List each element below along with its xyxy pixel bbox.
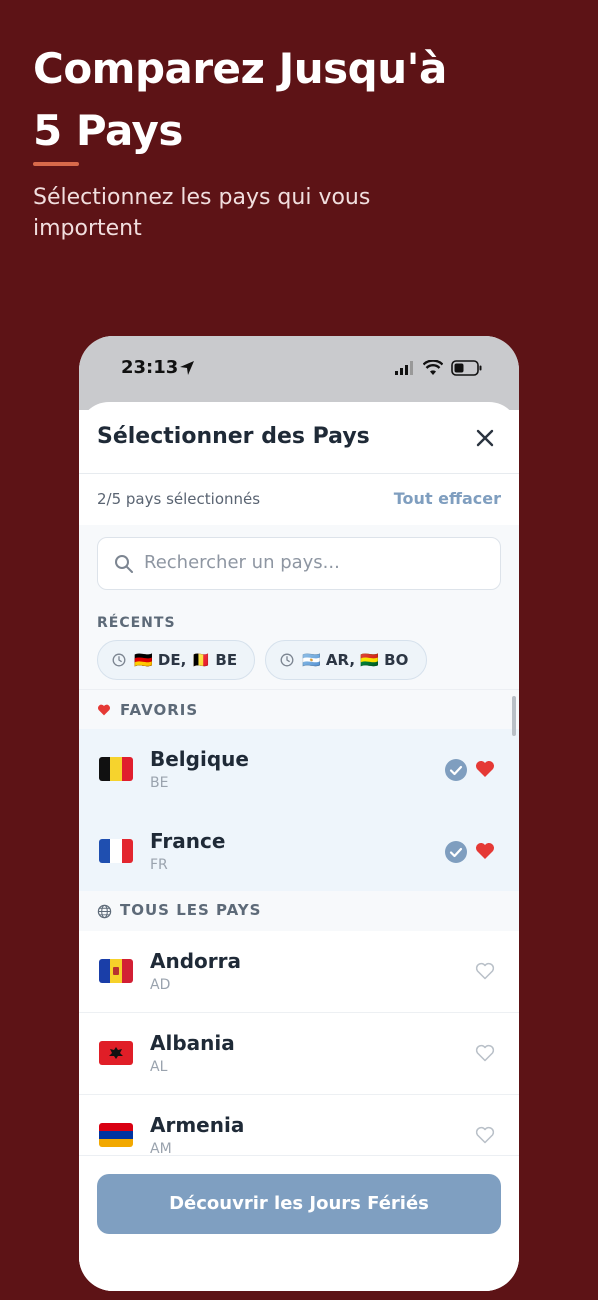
flag-andorra-icon bbox=[99, 959, 133, 983]
recents-label: RÉCENTS bbox=[97, 615, 176, 631]
phone-mockup: 23:13 Sélectionner des Pays 2/5 pays sél… bbox=[79, 336, 519, 1291]
flag-albania-icon bbox=[99, 1041, 133, 1065]
country-code: AL bbox=[150, 1059, 168, 1075]
country-row[interactable]: Belgique BE bbox=[79, 729, 519, 811]
cellular-signal-icon bbox=[395, 361, 413, 375]
country-code: AD bbox=[150, 977, 171, 993]
search-box[interactable] bbox=[97, 537, 501, 590]
flag-armenia-icon bbox=[99, 1123, 133, 1147]
favorites-label: FAVORIS bbox=[120, 701, 199, 719]
close-icon[interactable] bbox=[473, 426, 497, 450]
flag-france-icon bbox=[99, 839, 133, 863]
country-code: FR bbox=[150, 857, 168, 873]
selection-count: 2/5 pays sélectionnés bbox=[97, 490, 261, 508]
favorite-heart-icon[interactable] bbox=[475, 842, 495, 860]
headline-subtitle: Sélectionnez les pays qui vous importent bbox=[33, 185, 371, 241]
recent-chip[interactable]: 🇩🇪 DE, 🇧🇪 BE bbox=[97, 640, 255, 680]
headline-accent-underline bbox=[33, 162, 79, 166]
sheet-header: Sélectionner des Pays bbox=[79, 402, 519, 474]
country-name: Andorra bbox=[150, 949, 241, 973]
favorite-heart-outline-icon[interactable] bbox=[475, 1044, 495, 1062]
favorite-heart-outline-icon[interactable] bbox=[475, 962, 495, 980]
recent-chip-label: 🇦🇷 AR, 🇧🇴 BO bbox=[302, 651, 409, 669]
clock-icon bbox=[112, 653, 126, 667]
country-row[interactable]: Andorra AD bbox=[79, 931, 519, 1013]
headline: Comparez Jusqu'à 5 Pays Sélectionnez les… bbox=[33, 38, 573, 244]
recent-chip[interactable]: 🇦🇷 AR, 🇧🇴 BO bbox=[265, 640, 427, 680]
country-name: France bbox=[150, 829, 226, 853]
check-circle-icon[interactable] bbox=[445, 841, 467, 863]
selection-summary: 2/5 pays sélectionnés Tout effacer bbox=[79, 475, 519, 525]
heart-icon bbox=[98, 704, 110, 716]
globe-icon bbox=[97, 904, 112, 919]
clock-icon bbox=[280, 653, 294, 667]
clear-all-button[interactable]: Tout effacer bbox=[394, 489, 501, 508]
list-scrollbar[interactable] bbox=[512, 696, 516, 736]
country-name: Belgique bbox=[150, 747, 249, 771]
search-and-recents: RÉCENTS 🇩🇪 DE, 🇧🇪 BE 🇦🇷 AR, 🇧🇴 BO bbox=[79, 525, 519, 689]
battery-icon bbox=[451, 360, 482, 376]
wifi-icon bbox=[423, 360, 443, 375]
headline-title: Comparez Jusqu'à 5 Pays bbox=[33, 38, 573, 162]
search-input[interactable] bbox=[144, 552, 484, 573]
all-countries-section-header: TOUS LES PAYS bbox=[79, 891, 519, 931]
all-countries-label: TOUS LES PAYS bbox=[120, 901, 262, 919]
country-selection-sheet: Sélectionner des Pays 2/5 pays sélection… bbox=[79, 402, 519, 1291]
status-time: 23:13 bbox=[121, 357, 179, 378]
search-icon bbox=[115, 555, 133, 573]
country-row[interactable]: France FR bbox=[79, 811, 519, 893]
favorites-section-header: FAVORIS bbox=[79, 689, 519, 729]
recent-chip-label: 🇩🇪 DE, 🇧🇪 BE bbox=[134, 651, 238, 669]
headline-title-line2: 5 Pays bbox=[33, 106, 183, 155]
status-bar: 23:13 bbox=[79, 336, 519, 410]
sheet-title: Sélectionner des Pays bbox=[97, 424, 370, 449]
favorite-heart-icon[interactable] bbox=[475, 760, 495, 778]
country-name: Albania bbox=[150, 1031, 235, 1055]
check-circle-icon[interactable] bbox=[445, 759, 467, 781]
location-arrow-icon bbox=[180, 361, 194, 375]
headline-title-line1: Comparez Jusqu'à bbox=[33, 44, 447, 93]
country-row[interactable]: Albania AL bbox=[79, 1013, 519, 1095]
favorite-heart-outline-icon[interactable] bbox=[475, 1126, 495, 1144]
country-code: BE bbox=[150, 775, 169, 791]
sheet-footer: Découvrir les Jours Fériés bbox=[79, 1155, 519, 1291]
discover-holidays-button[interactable]: Découvrir les Jours Fériés bbox=[97, 1174, 501, 1234]
country-name: Armenia bbox=[150, 1113, 245, 1137]
flag-belgium-icon bbox=[99, 757, 133, 781]
